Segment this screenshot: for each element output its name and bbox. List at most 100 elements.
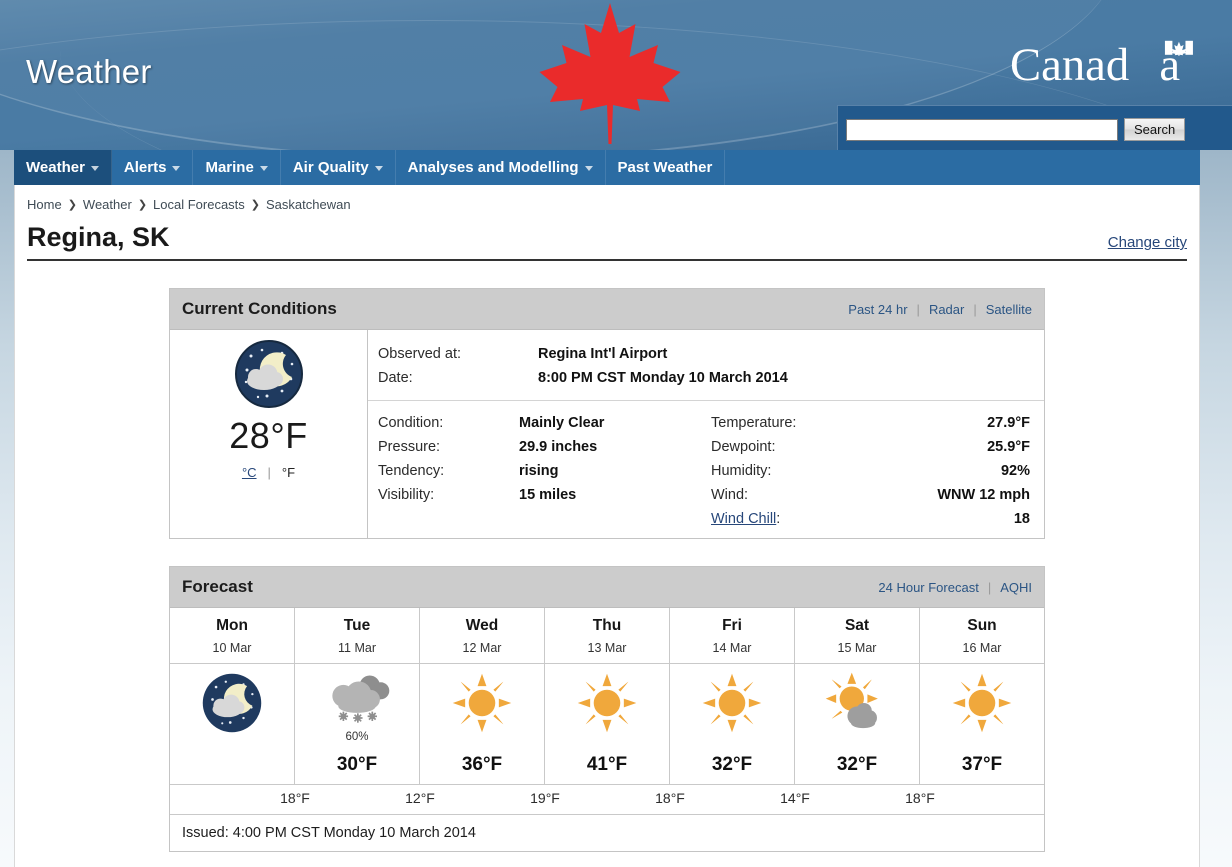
visibility-value: 15 miles (519, 487, 577, 503)
forecast-cell[interactable]: 37°F (920, 664, 1044, 784)
site-banner: Weather Canad a Search (0, 0, 1232, 150)
day-date: 11 Mar (338, 641, 376, 655)
day-date: 13 Mar (587, 641, 627, 655)
temperature-row: Temperature: 27.9°F (711, 411, 1030, 435)
conditions-grid: Condition: Mainly Clear Pressure: 29.9 i… (368, 401, 1044, 531)
low-temperature: 18°F (905, 790, 935, 806)
day-of-week: Thu (592, 617, 622, 634)
radar-link[interactable]: Radar (929, 302, 964, 317)
nav-item-analyses-and-modelling[interactable]: Analyses and Modelling (396, 150, 606, 185)
nav-item-alerts[interactable]: Alerts (112, 150, 194, 185)
forecast-day-header[interactable]: Sun 16 Mar (920, 608, 1044, 663)
breadcrumb-item-weather[interactable]: Weather (83, 197, 132, 212)
wind-chill-value: 18 (1013, 511, 1030, 527)
condition-label: Condition: (378, 415, 444, 431)
unit-celsius-link[interactable]: °C (242, 465, 257, 480)
tendency-label: Tendency: (378, 463, 445, 479)
nav-item-label: Alerts (123, 159, 167, 176)
observed-at-label: Observed at: (378, 346, 462, 362)
forecast-day-header[interactable]: Mon 10 Mar (170, 608, 295, 663)
day-of-week: Wed (465, 617, 499, 634)
day-date: 15 Mar (837, 641, 877, 655)
dewpoint-label: Dewpoint: (711, 439, 776, 455)
breadcrumb-separator-icon: ❯ (137, 199, 148, 211)
forecast-day-header[interactable]: Sat 15 Mar (795, 608, 920, 663)
divider: | (987, 579, 992, 595)
aqhi-link[interactable]: AQHI (1000, 580, 1032, 595)
forecast-day-header[interactable]: Thu 13 Mar (545, 608, 670, 663)
day-date: 14 Mar (712, 641, 752, 655)
forecast-cell[interactable]: 32°F (795, 664, 920, 784)
humidity-value: 92% (1000, 463, 1030, 479)
day-date: 12 Mar (462, 641, 502, 655)
forecast-cell[interactable]: 60% 30°F (295, 664, 420, 784)
page-title-row: Regina, SK Change city (27, 222, 1187, 261)
high-temperature: 32°F (711, 754, 753, 775)
breadcrumb-item-local-forecasts[interactable]: Local Forecasts (153, 197, 245, 212)
banner-title: Weather (26, 53, 152, 90)
past-24-hr-link[interactable]: Past 24 hr (848, 302, 907, 317)
search-button[interactable]: Search (1124, 118, 1186, 141)
day-date: 10 Mar (212, 641, 252, 655)
current-conditions-header: Current Conditions Past 24 hr | Radar | … (170, 289, 1044, 330)
forecast-day-header[interactable]: Tue 11 Mar (295, 608, 420, 663)
forecast-cell[interactable]: 36°F (420, 664, 545, 784)
nav-item-marine[interactable]: Marine (193, 150, 281, 185)
chevron-down-icon (259, 166, 268, 171)
wind-chill-label-group: Wind Chill: (711, 507, 780, 531)
sunny-icon (451, 672, 513, 734)
chevron-down-icon (584, 166, 593, 171)
search-input[interactable] (846, 118, 1118, 141)
satellite-link[interactable]: Satellite (986, 302, 1032, 317)
current-conditions-links: Past 24 hr | Radar | Satellite (848, 302, 1032, 317)
forecast-day-header[interactable]: Wed 12 Mar (420, 608, 545, 663)
current-temperature: 28°F (229, 415, 308, 456)
day-of-week: Mon (216, 617, 248, 634)
temperature-unit-toggle: °C | °F (242, 465, 295, 480)
search-bar: Search (837, 105, 1232, 150)
wind-chill-link[interactable]: Wind Chill (711, 511, 776, 527)
forecast-cell[interactable]: 41°F (545, 664, 670, 784)
night-partly-cloudy-icon (234, 339, 304, 409)
canada-wordmark: Canad a (1010, 38, 1206, 94)
nav-item-past-weather[interactable]: Past Weather (606, 150, 726, 185)
observed-at-value: Regina Int'l Airport (538, 346, 668, 362)
breadcrumb-item-home[interactable]: Home (27, 197, 62, 212)
forecast-cell[interactable]: 32°F (670, 664, 795, 784)
breadcrumb-separator-icon: ❯ (250, 199, 261, 211)
dewpoint-value: 25.9°F (987, 439, 1030, 455)
nav-item-air-quality[interactable]: Air Quality (281, 150, 396, 185)
page-title: Regina, SK (27, 222, 170, 252)
pressure-row: Pressure: 29.9 inches (378, 435, 697, 459)
forecast-day-header[interactable]: Fri 14 Mar (670, 608, 795, 663)
forecast-issued-text: Issued: 4:00 PM CST Monday 10 March 2014 (170, 814, 1044, 851)
wind-label: Wind: (711, 487, 749, 503)
low-temperature: 12°F (405, 790, 435, 806)
divider: | (267, 465, 271, 480)
forecast-overnight-lows: 18°F 12°F 19°F 18°F 14°F 18°F (170, 784, 1044, 814)
wind-chill-row: Wind Chill: 18 (711, 507, 1030, 531)
nav-item-label: Air Quality (292, 159, 369, 176)
breadcrumb-separator-icon: ❯ (67, 199, 77, 211)
breadcrumb-item-saskatchewan[interactable]: Saskatchewan (266, 197, 351, 212)
nav-item-weather[interactable]: Weather (14, 150, 112, 185)
current-conditions-body: 28°F °C | °F Observed at: Regina Int'l A… (170, 330, 1044, 538)
forecast-title: Forecast (182, 577, 253, 596)
visibility-row: Visibility: 15 miles (378, 483, 697, 507)
forecast-header: Forecast 24 Hour Forecast | AQHI (170, 567, 1044, 608)
conditions-right-column: Temperature: 27.9°F Dewpoint: 25.9°F Hum… (711, 411, 1044, 531)
chevron-down-icon (172, 166, 181, 171)
pressure-value: 29.9 inches (519, 439, 598, 455)
forecast-cell[interactable] (170, 664, 295, 784)
low-temperature: 19°F (530, 790, 560, 806)
maple-leaf-icon (530, 0, 690, 150)
dewpoint-row: Dewpoint: 25.9°F (711, 435, 1030, 459)
condition-value: Mainly Clear (519, 415, 605, 431)
sunny-icon (701, 672, 763, 734)
24-hour-forecast-link[interactable]: 24 Hour Forecast (878, 580, 978, 595)
change-city-link[interactable]: Change city (1108, 234, 1187, 251)
nav-item-label: Past Weather (617, 159, 713, 176)
unit-fahrenheit-label[interactable]: °F (282, 465, 295, 480)
current-conditions-panel: Current Conditions Past 24 hr | Radar | … (169, 288, 1045, 539)
humidity-label: Humidity: (711, 463, 772, 479)
